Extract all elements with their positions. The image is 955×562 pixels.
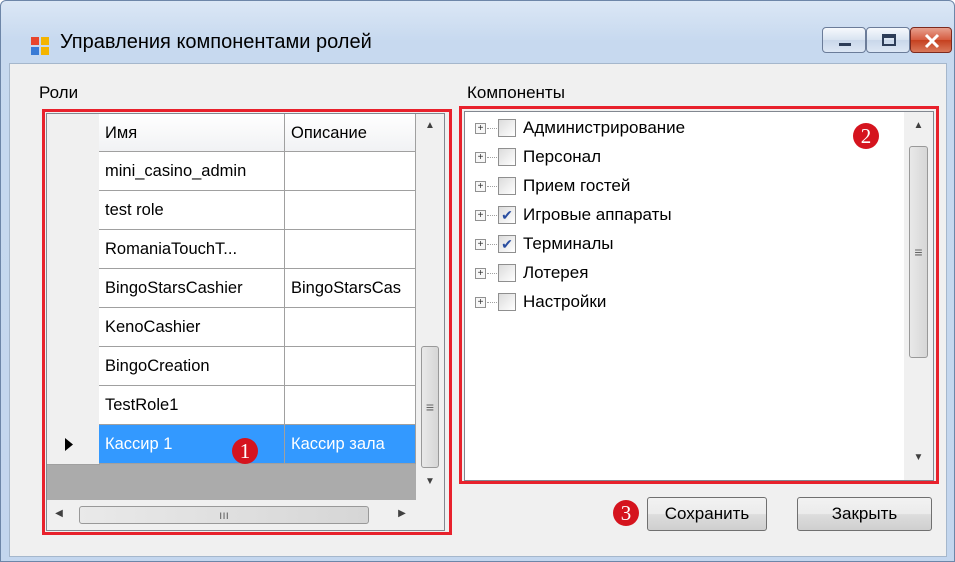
annotation-badge-1: 1	[232, 438, 258, 464]
roles-label: Роли	[39, 83, 79, 102]
close-window-button[interactable]	[910, 27, 952, 53]
close-icon	[924, 33, 940, 49]
maximize-icon	[882, 34, 896, 46]
minimize-icon	[839, 43, 851, 46]
annotation-badge-3: 3	[613, 500, 639, 526]
window-title: Управления компонентами ролей	[60, 31, 372, 53]
app-icon	[31, 37, 49, 55]
close-button[interactable]: Закрыть	[797, 497, 932, 531]
minimize-button[interactable]	[822, 27, 866, 53]
annotation-badge-2: 2	[853, 123, 879, 149]
save-button[interactable]: Сохранить	[647, 497, 767, 531]
components-label: Компоненты	[467, 83, 565, 102]
maximize-button[interactable]	[866, 27, 910, 53]
highlight-frame-1	[42, 109, 452, 535]
highlight-frame-2	[459, 106, 939, 484]
